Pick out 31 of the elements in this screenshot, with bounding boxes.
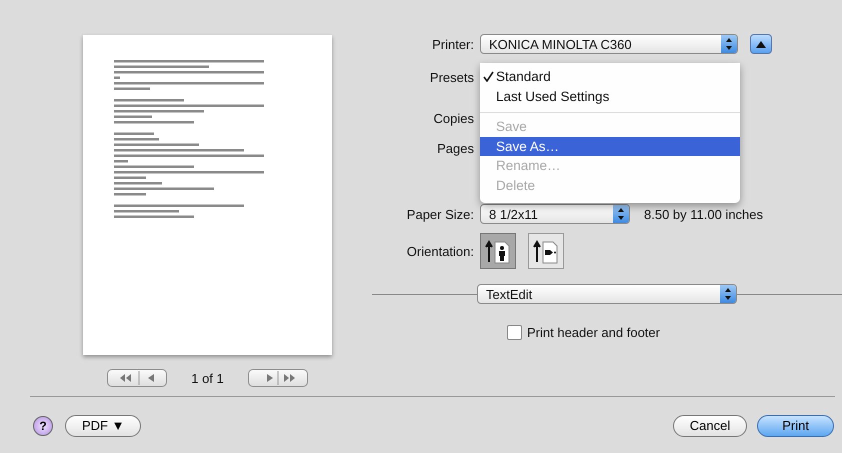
page-indicator: 1 of 1 [191, 370, 224, 386]
menu-item[interactable]: Last Used Settings [480, 86, 740, 106]
landscape-page-icon [533, 238, 559, 264]
orientation-label: Orientation: [406, 244, 475, 258]
first-previous-page-buttons[interactable] [107, 369, 168, 387]
menu-item[interactable]: Standard [480, 67, 740, 86]
print-header-footer-checkbox[interactable]: Print header and footer [507, 324, 660, 340]
pdf-button[interactable]: PDF ▼ [65, 414, 142, 436]
paper-size-popup[interactable]: 8 1/2x11 [480, 204, 630, 224]
printer-popup[interactable]: KONICA MINOLTA C360 [480, 34, 738, 54]
paper-size-label: Paper Size: [406, 206, 475, 222]
portrait-page-icon [485, 238, 511, 264]
copies-label: Copies [432, 110, 475, 126]
presets-label: Presets [428, 70, 475, 84]
pages-label: Pages [436, 140, 475, 156]
landscape-button[interactable] [528, 233, 564, 269]
menu-item[interactable]: Save As… [480, 136, 740, 156]
paper-dimensions: 8.50 by 11.00 inches [644, 206, 764, 222]
disclosure-button[interactable] [750, 34, 772, 54]
cancel-button[interactable]: Cancel [672, 414, 748, 436]
next-last-page-buttons[interactable] [248, 369, 308, 387]
print-button[interactable]: Print [757, 414, 834, 436]
checkmark-icon [482, 71, 494, 82]
updown-arrows-icon [720, 285, 736, 303]
panel-popup[interactable]: TextEdit [477, 284, 737, 304]
updown-arrows-icon [613, 205, 629, 223]
triangle-up-icon [756, 40, 766, 48]
portrait-button[interactable] [480, 233, 516, 269]
help-button[interactable]: ? [33, 416, 53, 436]
printer-label: Printer: [431, 36, 475, 52]
updown-arrows-icon [721, 35, 737, 53]
